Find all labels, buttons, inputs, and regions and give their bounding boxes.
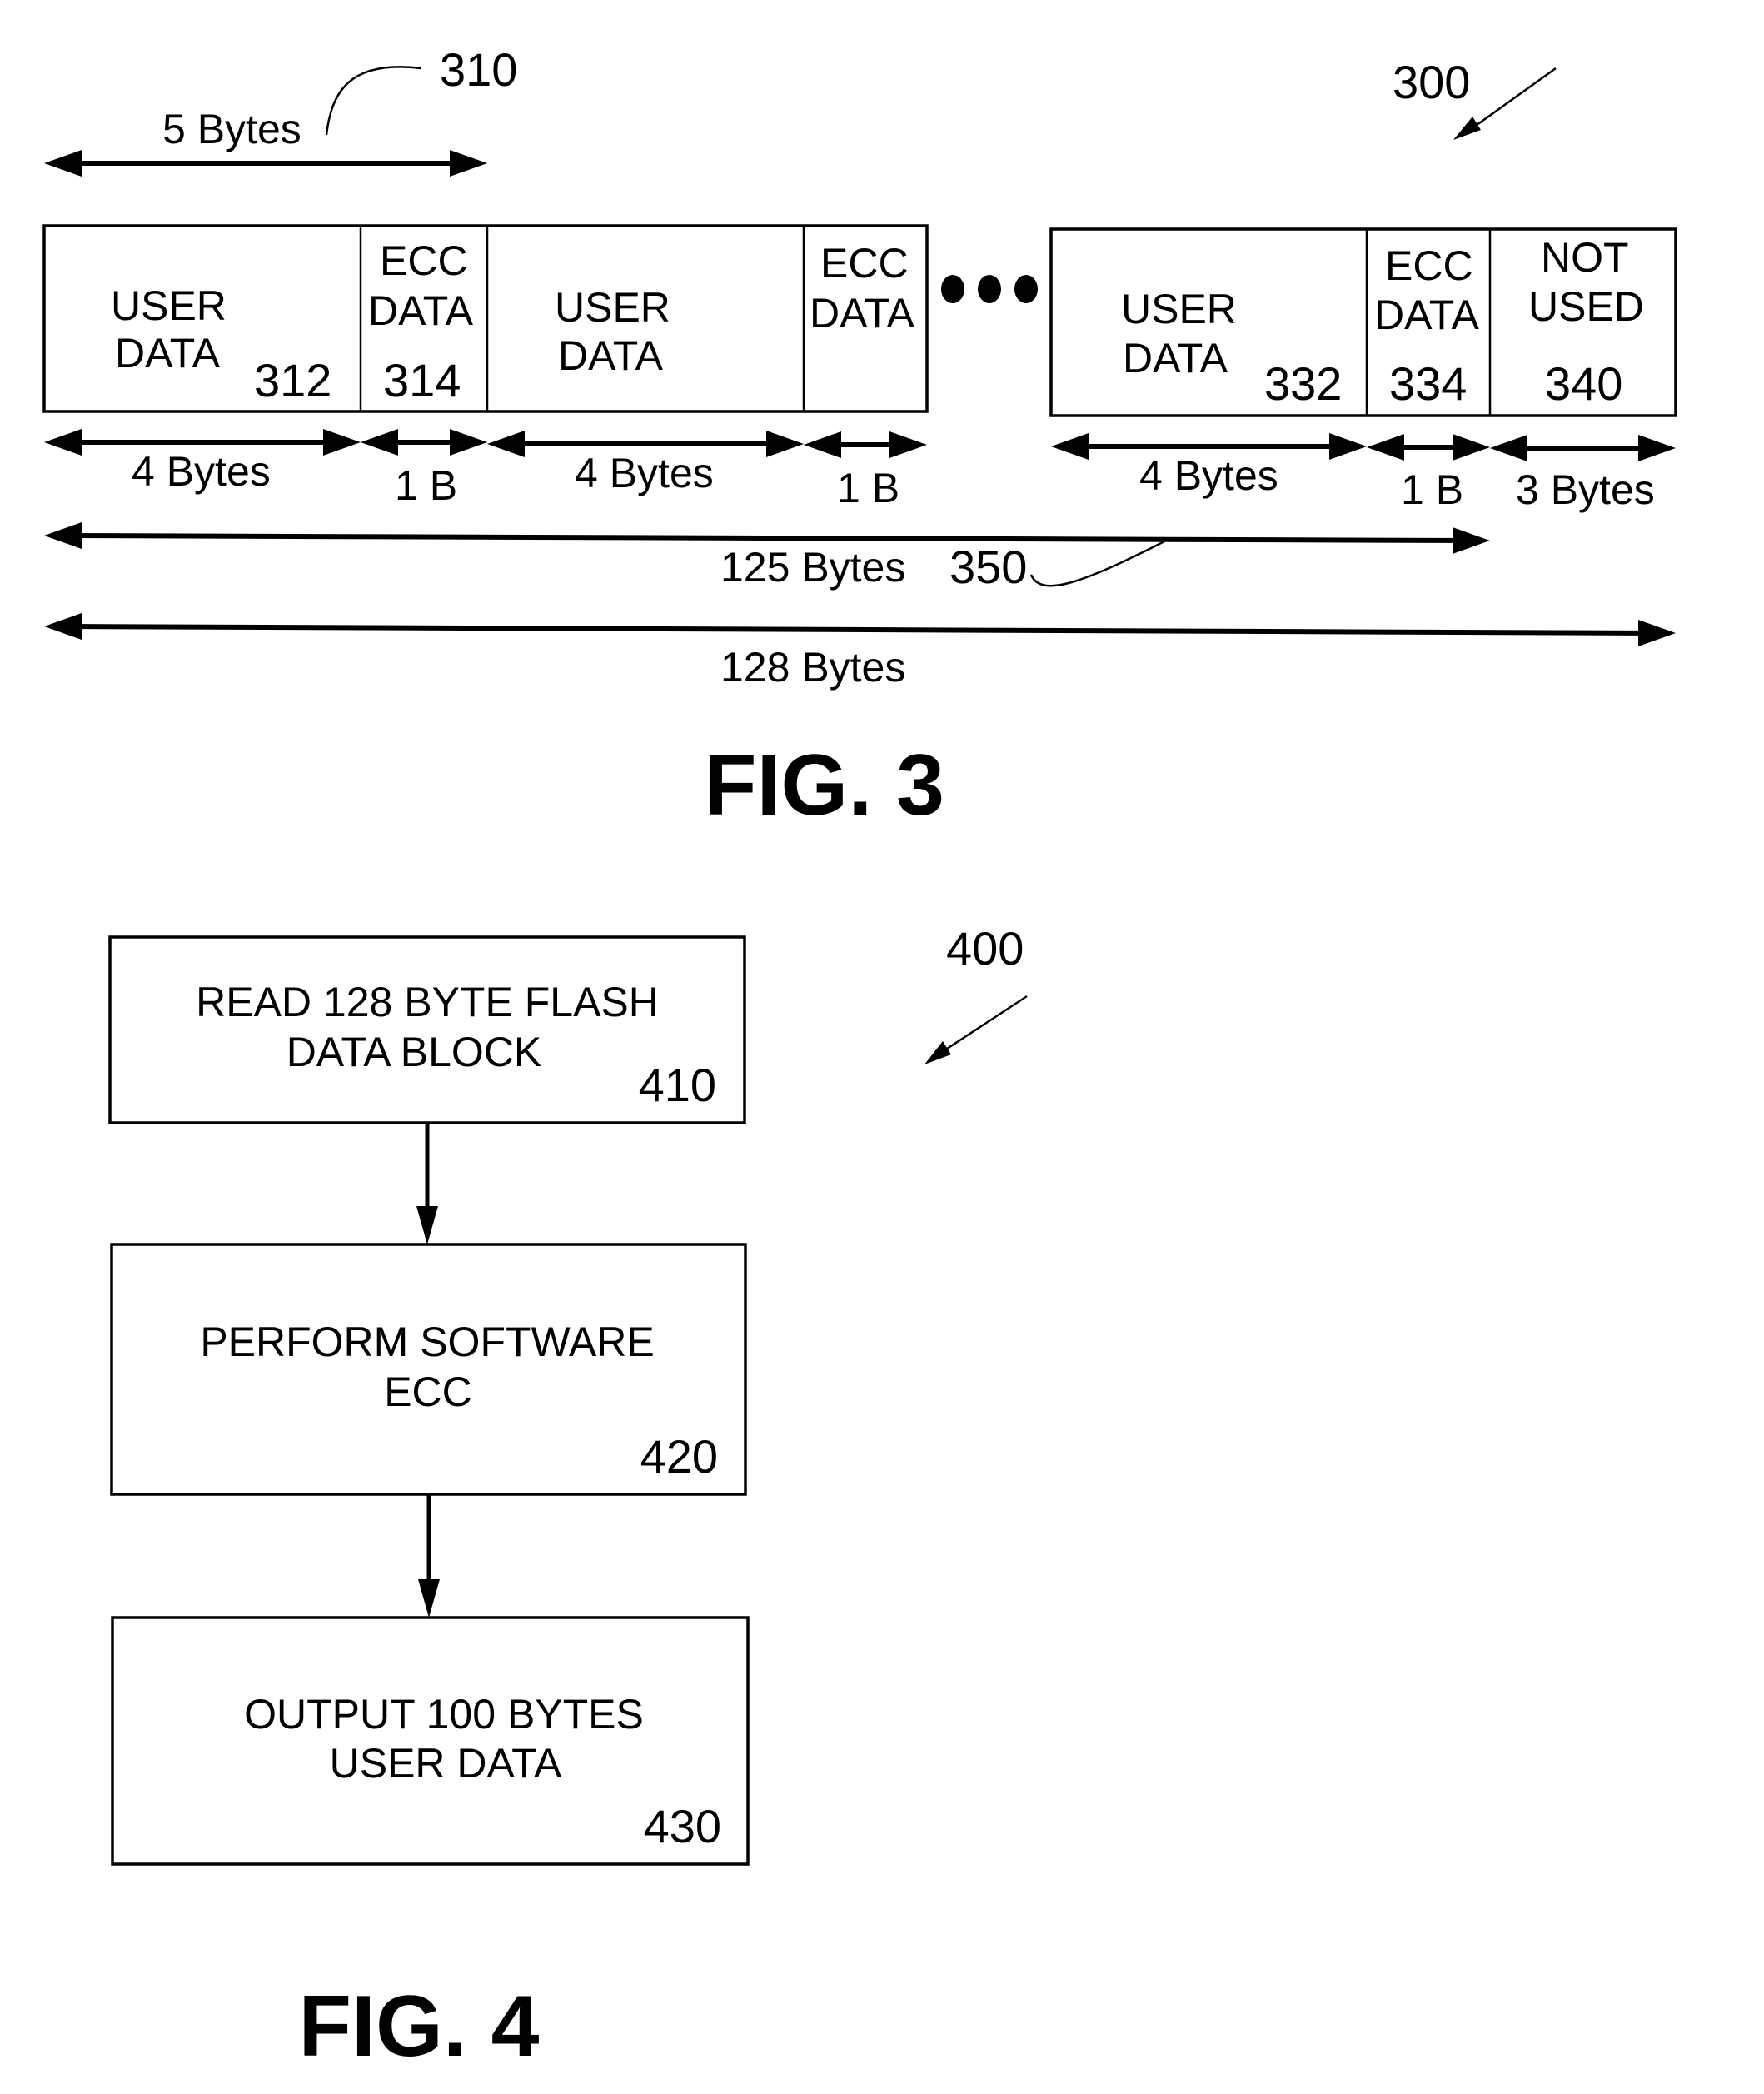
svg-text:NOT: NOT bbox=[1541, 234, 1629, 281]
size-label: 1 B bbox=[1401, 466, 1463, 513]
size-label: 1 B bbox=[837, 465, 899, 511]
size-label: 4 Bytes bbox=[132, 448, 271, 495]
svg-text:ECC: ECC bbox=[1385, 242, 1473, 289]
size-label: 3 Bytes bbox=[1516, 466, 1655, 513]
svg-text:ECC: ECC bbox=[384, 1369, 472, 1415]
figure-3: 300 310 5 Bytes USER DATA 312 ECC DATA 3… bbox=[42, 43, 1677, 834]
cell-size-arrow bbox=[1367, 434, 1490, 461]
fig3-caption: FIG. 3 bbox=[704, 737, 944, 834]
cell-ref: 314 bbox=[383, 354, 461, 406]
cell-size-arrow bbox=[1490, 435, 1676, 461]
span-128-label: 128 Bytes bbox=[720, 644, 905, 691]
svg-text:DATA: DATA bbox=[1374, 292, 1480, 338]
cell-size-arrow bbox=[804, 431, 927, 458]
svg-text:DATA BLOCK: DATA BLOCK bbox=[287, 1029, 542, 1075]
svg-text:DATA: DATA bbox=[810, 290, 915, 337]
svg-text:DATA: DATA bbox=[368, 287, 474, 334]
cell-ref: 312 bbox=[254, 354, 331, 406]
size-label: 1 B bbox=[395, 462, 457, 509]
group-span-label: 5 Bytes bbox=[162, 106, 301, 152]
span-128-arrow bbox=[44, 613, 1676, 646]
flow-step-420: PERFORM SOFTWARE ECC 420 bbox=[110, 1243, 747, 1496]
svg-text:USED: USED bbox=[1528, 283, 1644, 330]
svg-text:OUTPUT 100 BYTES: OUTPUT 100 BYTES bbox=[244, 1691, 644, 1738]
cell-ref: 340 bbox=[1545, 357, 1622, 410]
cell-ref: 332 bbox=[1264, 357, 1342, 410]
group-ref-310: 310 bbox=[440, 43, 517, 96]
group-ref-leader bbox=[325, 66, 421, 136]
step-ref: 410 bbox=[639, 1059, 716, 1111]
flow-step-430: OUTPUT 100 BYTES USER DATA 430 bbox=[111, 1616, 750, 1866]
step-ref: 420 bbox=[640, 1430, 718, 1483]
svg-text:DATA: DATA bbox=[558, 332, 664, 379]
group-span-arrow bbox=[44, 150, 487, 177]
fig4-ref-number: 400 bbox=[946, 922, 1024, 975]
fig4-ref-arrow bbox=[924, 995, 1028, 1064]
flow-arrow-410-420 bbox=[416, 1123, 438, 1244]
cell-ref: 334 bbox=[1389, 357, 1467, 410]
svg-text:DATA: DATA bbox=[1123, 335, 1228, 381]
cell-ecc-data-314: ECC DATA 314 bbox=[368, 237, 474, 406]
size-label: 4 Bytes bbox=[1139, 452, 1278, 499]
svg-text:ECC: ECC bbox=[380, 237, 468, 284]
figure-4: 400 READ 128 BYTE FLASH DATA BLOCK 410 P… bbox=[108, 922, 1028, 2075]
flow-arrow-420-430 bbox=[418, 1494, 440, 1618]
svg-text:PERFORM SOFTWARE: PERFORM SOFTWARE bbox=[200, 1319, 654, 1365]
ellipsis-icon bbox=[941, 275, 1038, 303]
cell-size-arrows bbox=[44, 429, 1676, 461]
step-ref: 430 bbox=[644, 1800, 721, 1852]
svg-text:DATA: DATA bbox=[115, 330, 221, 376]
svg-text:USER: USER bbox=[111, 282, 227, 329]
span-125-label: 125 Bytes bbox=[720, 544, 905, 591]
flow-step-410: READ 128 BYTE FLASH DATA BLOCK 410 bbox=[108, 935, 746, 1124]
svg-text:READ 128 BYTE FLASH: READ 128 BYTE FLASH bbox=[196, 979, 659, 1025]
cell-ecc-data-334: ECC DATA 334 bbox=[1374, 242, 1480, 410]
svg-text:USER: USER bbox=[1121, 286, 1237, 332]
cell-size-arrow bbox=[361, 429, 487, 456]
fig4-caption: FIG. 4 bbox=[299, 1978, 540, 2075]
span-125-ref: 350 bbox=[949, 541, 1027, 593]
span-125-leader bbox=[1029, 540, 1165, 587]
svg-text:USER DATA: USER DATA bbox=[330, 1740, 562, 1787]
patent-drawing-sheet: 300 310 5 Bytes USER DATA 312 ECC DATA 3… bbox=[42, 43, 1677, 2075]
size-label: 4 Bytes bbox=[575, 450, 714, 496]
fig3-ref-number: 300 bbox=[1393, 56, 1470, 108]
svg-text:ECC: ECC bbox=[820, 240, 909, 287]
svg-text:USER: USER bbox=[555, 284, 670, 331]
